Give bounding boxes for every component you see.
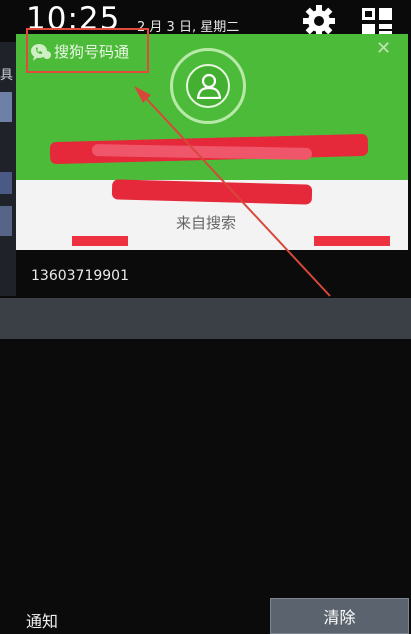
annotation-arrow xyxy=(134,86,331,297)
clear-button[interactable]: 清除 xyxy=(270,598,409,634)
notifications-label: 通知 xyxy=(26,612,59,631)
